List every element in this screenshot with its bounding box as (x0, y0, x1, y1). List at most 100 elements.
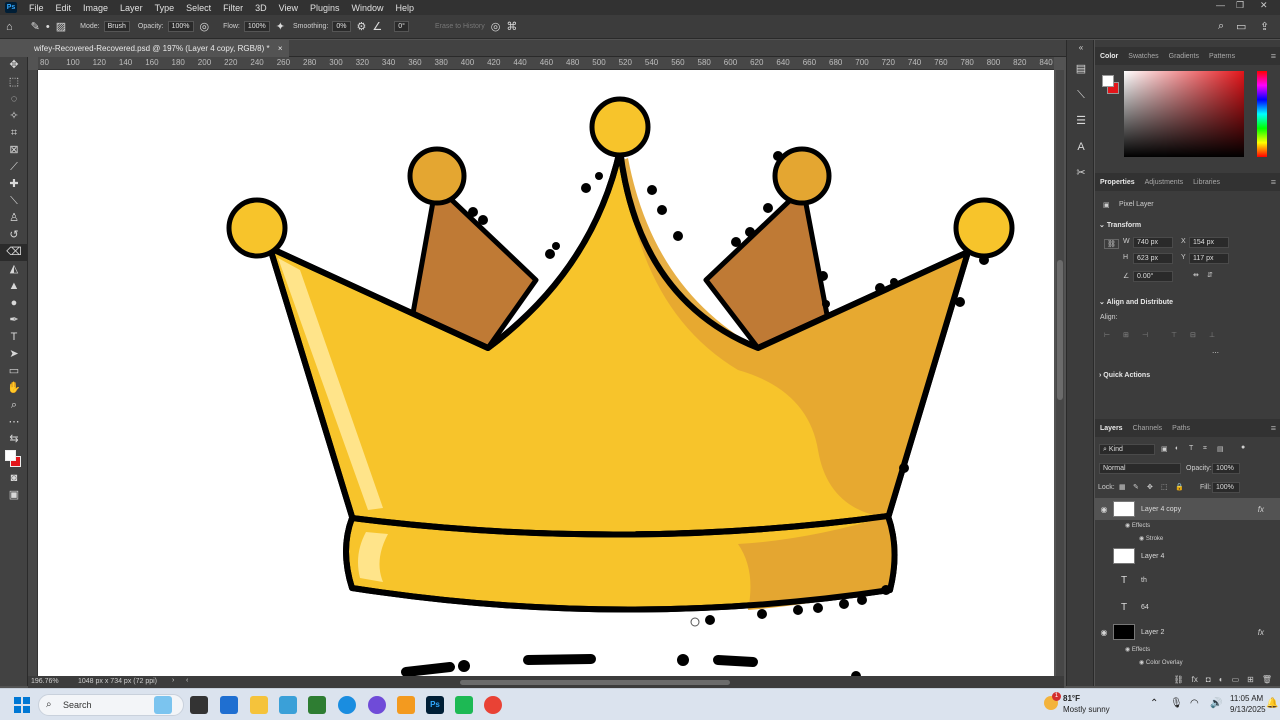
menu-plugins[interactable]: Plugins (304, 3, 346, 13)
filter-type-icon[interactable]: T (1189, 445, 1193, 452)
hue-slider[interactable] (1257, 71, 1267, 157)
more-align-options-icon[interactable]: ⋯ (1212, 349, 1219, 357)
align-section-header[interactable]: ⌄ Align and Distribute (1099, 298, 1173, 306)
lock-artboard-icon[interactable]: ⬚ (1161, 483, 1168, 491)
flip-vertical-icon[interactable]: ⇵ (1207, 271, 1213, 279)
healing-brush-tool-icon[interactable]: ✚ (0, 176, 28, 193)
lock-position-icon[interactable]: ✥ (1147, 483, 1153, 491)
transform-section-header[interactable]: ⌄ Transform (1099, 221, 1141, 229)
windows-start-icon[interactable] (14, 697, 30, 713)
smoothing-field[interactable]: 0% (332, 21, 351, 32)
layer-row[interactable]: T th (1095, 569, 1280, 591)
scroll-left-icon[interactable]: ‹ (186, 677, 188, 684)
share-icon[interactable]: ⇪ (1260, 20, 1269, 33)
marquee-tool-icon[interactable]: ⬚ (0, 74, 28, 91)
task-view-icon[interactable] (190, 696, 208, 714)
file-explorer-icon[interactable] (250, 696, 268, 714)
layer-name[interactable]: Layer 2 (1141, 629, 1164, 636)
symmetry-icon[interactable]: ⌘ (506, 20, 517, 33)
brushes-panel-icon[interactable]: ⟍ (1067, 82, 1095, 108)
align-center-icon[interactable]: ⊞ (1123, 331, 1129, 339)
align-bottom-icon[interactable]: ⊥ (1209, 331, 1215, 339)
properties-panel-menu-icon[interactable]: ≡ (1271, 177, 1276, 187)
menu-edit[interactable]: Edit (50, 3, 78, 13)
chrome-icon[interactable] (484, 696, 502, 714)
edge-icon[interactable] (338, 696, 356, 714)
menu-help[interactable]: Help (390, 3, 421, 13)
zoom-level[interactable]: 196.76% (31, 678, 59, 685)
app-icon[interactable] (279, 696, 297, 714)
path-selection-tool-icon[interactable]: ➤ (0, 346, 28, 363)
type-tool-icon[interactable]: T (0, 329, 28, 346)
align-left-icon[interactable]: ⊢ (1104, 331, 1110, 339)
align-right-icon[interactable]: ⊣ (1142, 331, 1148, 339)
minimize-icon[interactable]: — (1216, 0, 1225, 10)
gear-icon[interactable]: ⚙ (357, 20, 367, 33)
workspace-icon[interactable]: ▭ (1236, 20, 1246, 33)
menu-layer[interactable]: Layer (114, 3, 149, 13)
zoom-tool-icon[interactable]: ⌕ (0, 397, 28, 414)
blender-icon[interactable] (397, 696, 415, 714)
align-top-icon[interactable]: ⊤ (1171, 331, 1177, 339)
tab-gradients[interactable]: Gradients (1164, 53, 1204, 60)
menu-window[interactable]: Window (346, 3, 390, 13)
tab-patterns[interactable]: Patterns (1204, 53, 1240, 60)
menu-type[interactable]: Type (149, 3, 181, 13)
lock-pixels-icon[interactable]: ✎ (1133, 483, 1139, 491)
opacity-field[interactable]: 100% (167, 21, 194, 32)
filter-toggle-icon[interactable]: ● (1241, 444, 1245, 451)
home-icon[interactable]: ⌂ (6, 21, 13, 33)
layer-row[interactable]: ◉ Layer 2 fx (1095, 621, 1280, 643)
quick-mask-icon[interactable]: ◙ (0, 470, 28, 487)
width-field[interactable]: 740 px (1133, 237, 1173, 248)
effects-row[interactable]: ◉ Effects (1125, 646, 1150, 653)
show-hidden-icons-icon[interactable]: ⌃ (1150, 698, 1158, 709)
pressure-size-icon[interactable]: ◎ (491, 20, 501, 33)
panel-foreground-color[interactable] (1102, 75, 1114, 87)
eraser-tool-icon[interactable]: ⌫ (0, 244, 28, 261)
mode-select[interactable]: Brush (103, 21, 130, 32)
restore-icon[interactable]: ❐ (1236, 0, 1244, 11)
color-panel-menu-icon[interactable]: ≡ (1271, 51, 1276, 61)
layers-panel-menu-icon[interactable]: ≡ (1271, 423, 1276, 433)
widgets-icon[interactable] (154, 696, 172, 714)
magic-wand-tool-icon[interactable]: ✧ (0, 108, 28, 125)
tab-channels[interactable]: Channels (1128, 425, 1168, 432)
brush-angle-field[interactable]: 0° (394, 21, 409, 32)
delete-layer-icon[interactable]: 🗑 (1262, 675, 1272, 684)
eye-icon[interactable]: ◉ (1095, 505, 1113, 514)
align-middle-icon[interactable]: ⊟ (1190, 331, 1196, 339)
swap-colors-icon[interactable]: ⇆ (0, 431, 28, 448)
blend-mode-select[interactable]: Normal (1099, 463, 1181, 474)
history-panel-icon[interactable]: ▤ (1067, 56, 1095, 82)
color-picker-field[interactable] (1124, 71, 1244, 157)
frame-tool-icon[interactable]: ⊠ (0, 142, 28, 159)
brush-tool-icon[interactable]: ⟍ (0, 193, 28, 210)
tab-paths[interactable]: Paths (1167, 425, 1195, 432)
blur-tool-icon[interactable]: ▲ (0, 278, 28, 295)
character-panel-icon[interactable]: A (1067, 134, 1095, 160)
menu-image[interactable]: Image (77, 3, 114, 13)
photoshop-taskbar-icon[interactable]: Ps (426, 696, 444, 714)
filter-smart-object-icon[interactable]: ▤ (1217, 445, 1224, 453)
new-group-icon[interactable]: ▭ (1232, 675, 1240, 684)
document-tab[interactable]: wifey-Recovered-Recovered.psd @ 197% (La… (28, 40, 289, 57)
pressure-opacity-icon[interactable]: ◎ (200, 20, 210, 33)
hand-tool-icon[interactable]: ✋ (0, 380, 28, 397)
tab-swatches[interactable]: Swatches (1123, 53, 1163, 60)
new-layer-icon[interactable]: ⊞ (1247, 675, 1254, 684)
lock-transparency-icon[interactable]: ▦ (1119, 483, 1126, 491)
menu-select[interactable]: Select (180, 3, 217, 13)
weather-desc[interactable]: Mostly sunny (1063, 705, 1110, 714)
stroke-effect-row[interactable]: ◉ Stroke (1139, 535, 1163, 542)
tab-color[interactable]: Color (1095, 53, 1123, 60)
move-tool-icon[interactable]: ✥ (0, 57, 28, 74)
layer-opacity-field[interactable]: 100% (1212, 463, 1240, 474)
vertical-scrollbar-thumb[interactable] (1057, 260, 1063, 400)
store-icon[interactable] (220, 696, 238, 714)
document-canvas[interactable] (38, 70, 1054, 676)
angle-icon[interactable]: ∠ (372, 20, 382, 33)
screen-mode-icon[interactable]: ▣ (0, 487, 28, 504)
lock-all-icon[interactable]: 🔒 (1175, 483, 1184, 491)
notification-bell-icon[interactable]: 🔔 (1266, 698, 1278, 709)
